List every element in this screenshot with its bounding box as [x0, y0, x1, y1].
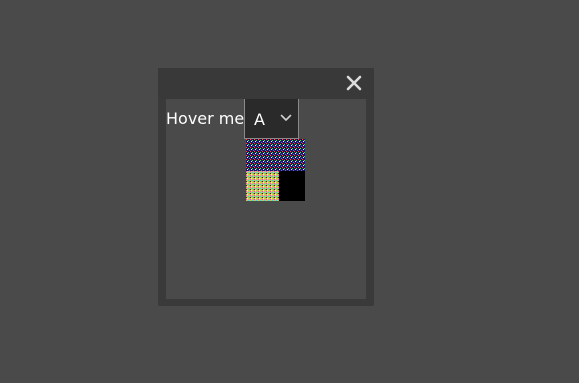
hover-me-label[interactable]: Hover me — [166, 109, 244, 128]
dialog-window: Hover me A — [158, 68, 374, 306]
letter-select[interactable]: A — [244, 99, 299, 139]
window-content: Hover me A — [166, 99, 366, 299]
close-button[interactable] — [343, 72, 365, 94]
noise-texture-image — [246, 139, 305, 201]
window-titlebar[interactable] — [158, 68, 374, 99]
chevron-down-icon — [280, 114, 292, 121]
close-icon — [346, 75, 362, 91]
select-value: A — [254, 110, 265, 129]
